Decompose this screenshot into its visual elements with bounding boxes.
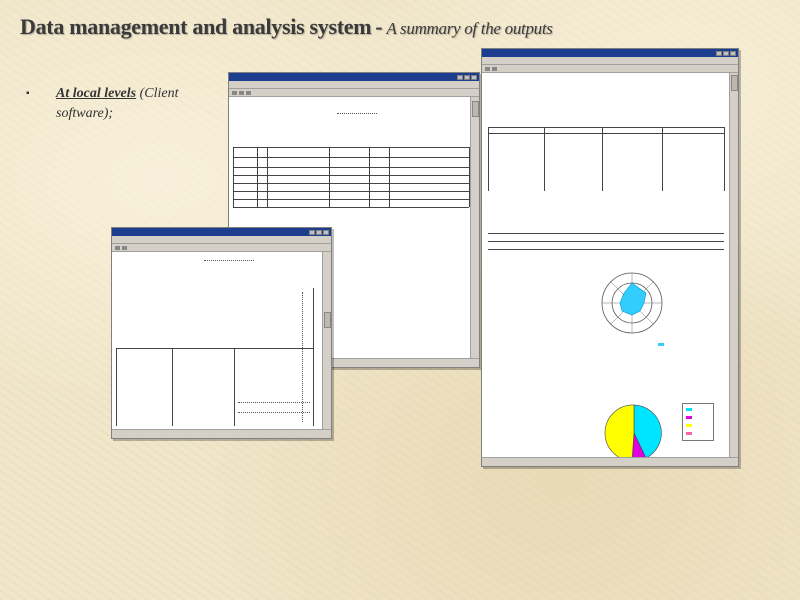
form-border <box>116 348 117 426</box>
right-horizontal-scrollbar[interactable] <box>482 457 738 466</box>
table-border <box>233 147 469 148</box>
right-report-area <box>482 73 730 462</box>
right-vertical-scrollbar[interactable] <box>729 73 738 458</box>
table-border <box>233 167 469 168</box>
middle-window-toolbar <box>229 89 479 97</box>
legend-swatch <box>686 408 692 411</box>
legend-swatch <box>658 343 664 346</box>
form-dotted-line <box>302 292 304 422</box>
slide-title: Data management and analysis system - A su… <box>20 14 553 40</box>
left-form-area <box>112 252 323 430</box>
close-icon[interactable] <box>730 50 736 56</box>
right-window-toolbar <box>482 65 738 73</box>
table-border <box>233 147 234 207</box>
toolbar-icon[interactable] <box>232 90 237 95</box>
slide-title-main: Data management and analysis system <box>20 14 372 39</box>
slide-subtitle: A summary of the outputs <box>386 19 553 38</box>
form-border <box>116 348 314 349</box>
form-dotted-line <box>238 402 310 403</box>
table-border <box>267 147 268 207</box>
report-table-border <box>488 233 724 234</box>
left-window-titlebar <box>112 228 331 236</box>
left-window-menubar <box>112 236 331 244</box>
table-border <box>233 157 469 158</box>
toolbar-icon[interactable] <box>122 245 127 250</box>
form-border <box>234 348 235 426</box>
minimize-icon[interactable] <box>309 229 315 235</box>
report-table-border <box>602 127 603 191</box>
right-window-menubar <box>482 57 738 65</box>
form-heading-line <box>204 260 254 261</box>
left-window-toolbar <box>112 244 331 252</box>
scroll-thumb[interactable] <box>324 312 331 328</box>
left-horizontal-scrollbar[interactable] <box>112 429 331 438</box>
toolbar-icon[interactable] <box>485 66 490 71</box>
close-icon[interactable] <box>323 229 329 235</box>
table-border <box>257 147 258 207</box>
maximize-icon[interactable] <box>723 50 729 56</box>
report-table-border <box>488 133 724 134</box>
toolbar-icon[interactable] <box>492 66 497 71</box>
legend-swatch <box>686 432 692 435</box>
right-screenshot-window <box>481 48 739 467</box>
pie-legend <box>682 403 714 441</box>
table-border <box>233 199 469 200</box>
middle-window-titlebar <box>229 73 479 81</box>
title-dash: - <box>375 14 383 39</box>
scroll-thumb[interactable] <box>731 75 738 91</box>
toolbar-icon[interactable] <box>246 90 251 95</box>
form-dotted-line <box>238 412 310 413</box>
scroll-thumb[interactable] <box>472 101 479 117</box>
table-border <box>233 191 469 192</box>
maximize-icon[interactable] <box>316 229 322 235</box>
report-table-border <box>724 127 725 191</box>
report-table-border <box>544 127 545 191</box>
form-border <box>172 348 173 426</box>
middle-vertical-scrollbar[interactable] <box>470 97 479 359</box>
form-heading-line <box>337 113 377 114</box>
radar-chart <box>601 272 663 334</box>
table-border <box>329 147 330 207</box>
report-table-border <box>488 249 724 250</box>
report-table-border <box>488 127 489 191</box>
square-bullet-icon: ▪ <box>26 88 30 99</box>
middle-window-menubar <box>229 81 479 89</box>
pie-chart <box>604 404 662 462</box>
maximize-icon[interactable] <box>464 74 470 80</box>
legend-swatch <box>686 424 692 427</box>
left-vertical-scrollbar[interactable] <box>322 252 331 430</box>
toolbar-icon[interactable] <box>115 245 120 250</box>
bullet-main-text: At local levels <box>56 86 137 101</box>
table-border <box>369 147 370 207</box>
form-border <box>313 288 314 426</box>
report-table-border <box>488 127 724 128</box>
minimize-icon[interactable] <box>716 50 722 56</box>
minimize-icon[interactable] <box>457 74 463 80</box>
report-table-border <box>488 241 724 242</box>
toolbar-icon[interactable] <box>239 90 244 95</box>
report-table-border <box>662 127 663 191</box>
table-border <box>233 207 469 208</box>
table-border <box>389 147 390 207</box>
left-screenshot-window <box>111 227 332 439</box>
table-border <box>233 183 469 184</box>
legend-swatch <box>686 416 692 419</box>
right-window-titlebar <box>482 49 738 57</box>
table-border <box>233 175 469 176</box>
close-icon[interactable] <box>471 74 477 80</box>
